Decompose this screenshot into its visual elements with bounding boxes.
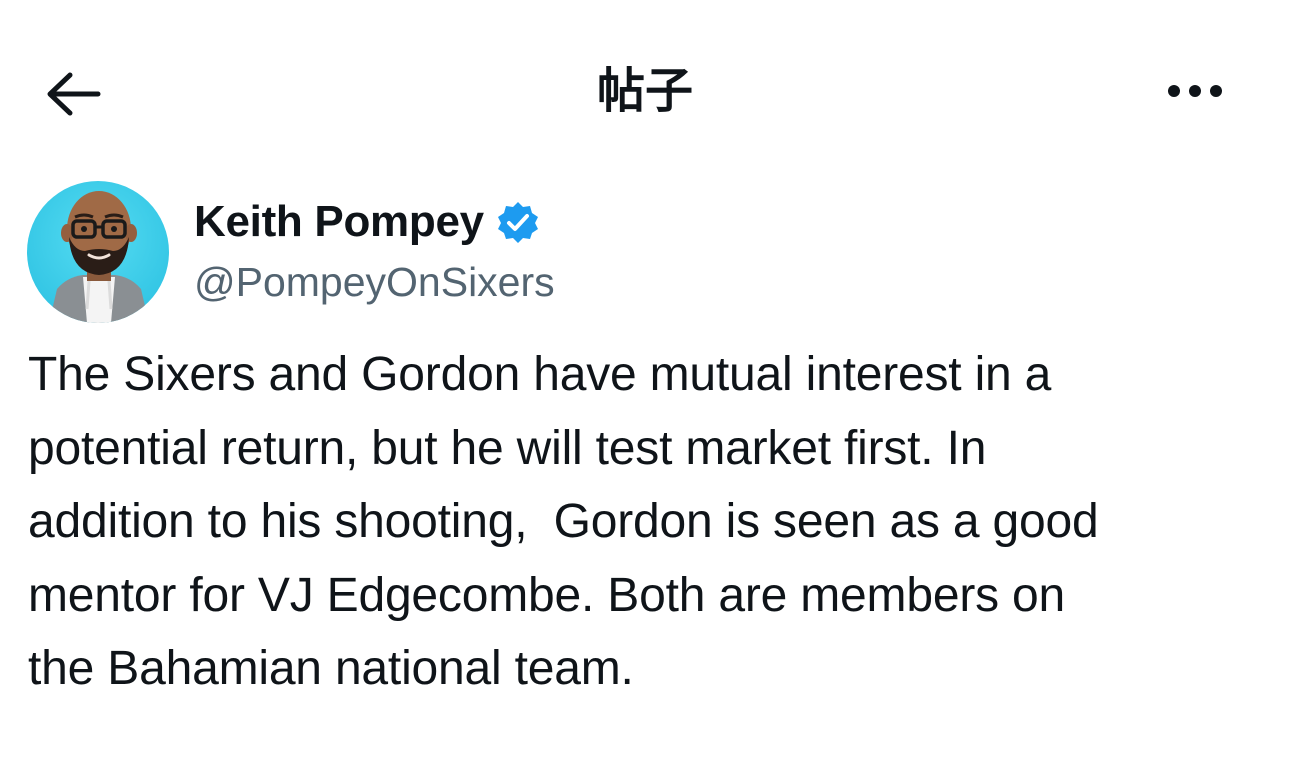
post-text: The Sixers and Gordon have mutual intere…: [28, 348, 1099, 695]
verified-badge-icon: [496, 200, 540, 244]
arrow-left-icon: [44, 71, 102, 117]
more-horizontal-icon: [1165, 83, 1225, 104]
author-name-row[interactable]: Keith Pompey: [194, 192, 540, 252]
author-name[interactable]: Keith Pompey: [194, 197, 484, 247]
post-detail-screen: 帖子 Keith Pompey @PompeyOnSixers The Sixe…: [0, 0, 1290, 777]
more-options-button[interactable]: [1160, 70, 1230, 116]
top-bar: 帖子: [0, 0, 1290, 185]
author-handle[interactable]: @PompeyOnSixers: [194, 256, 555, 308]
back-button[interactable]: [40, 66, 106, 122]
avatar[interactable]: [27, 181, 169, 323]
memoji-avatar: [27, 181, 169, 323]
page-title: 帖子: [596, 65, 693, 118]
